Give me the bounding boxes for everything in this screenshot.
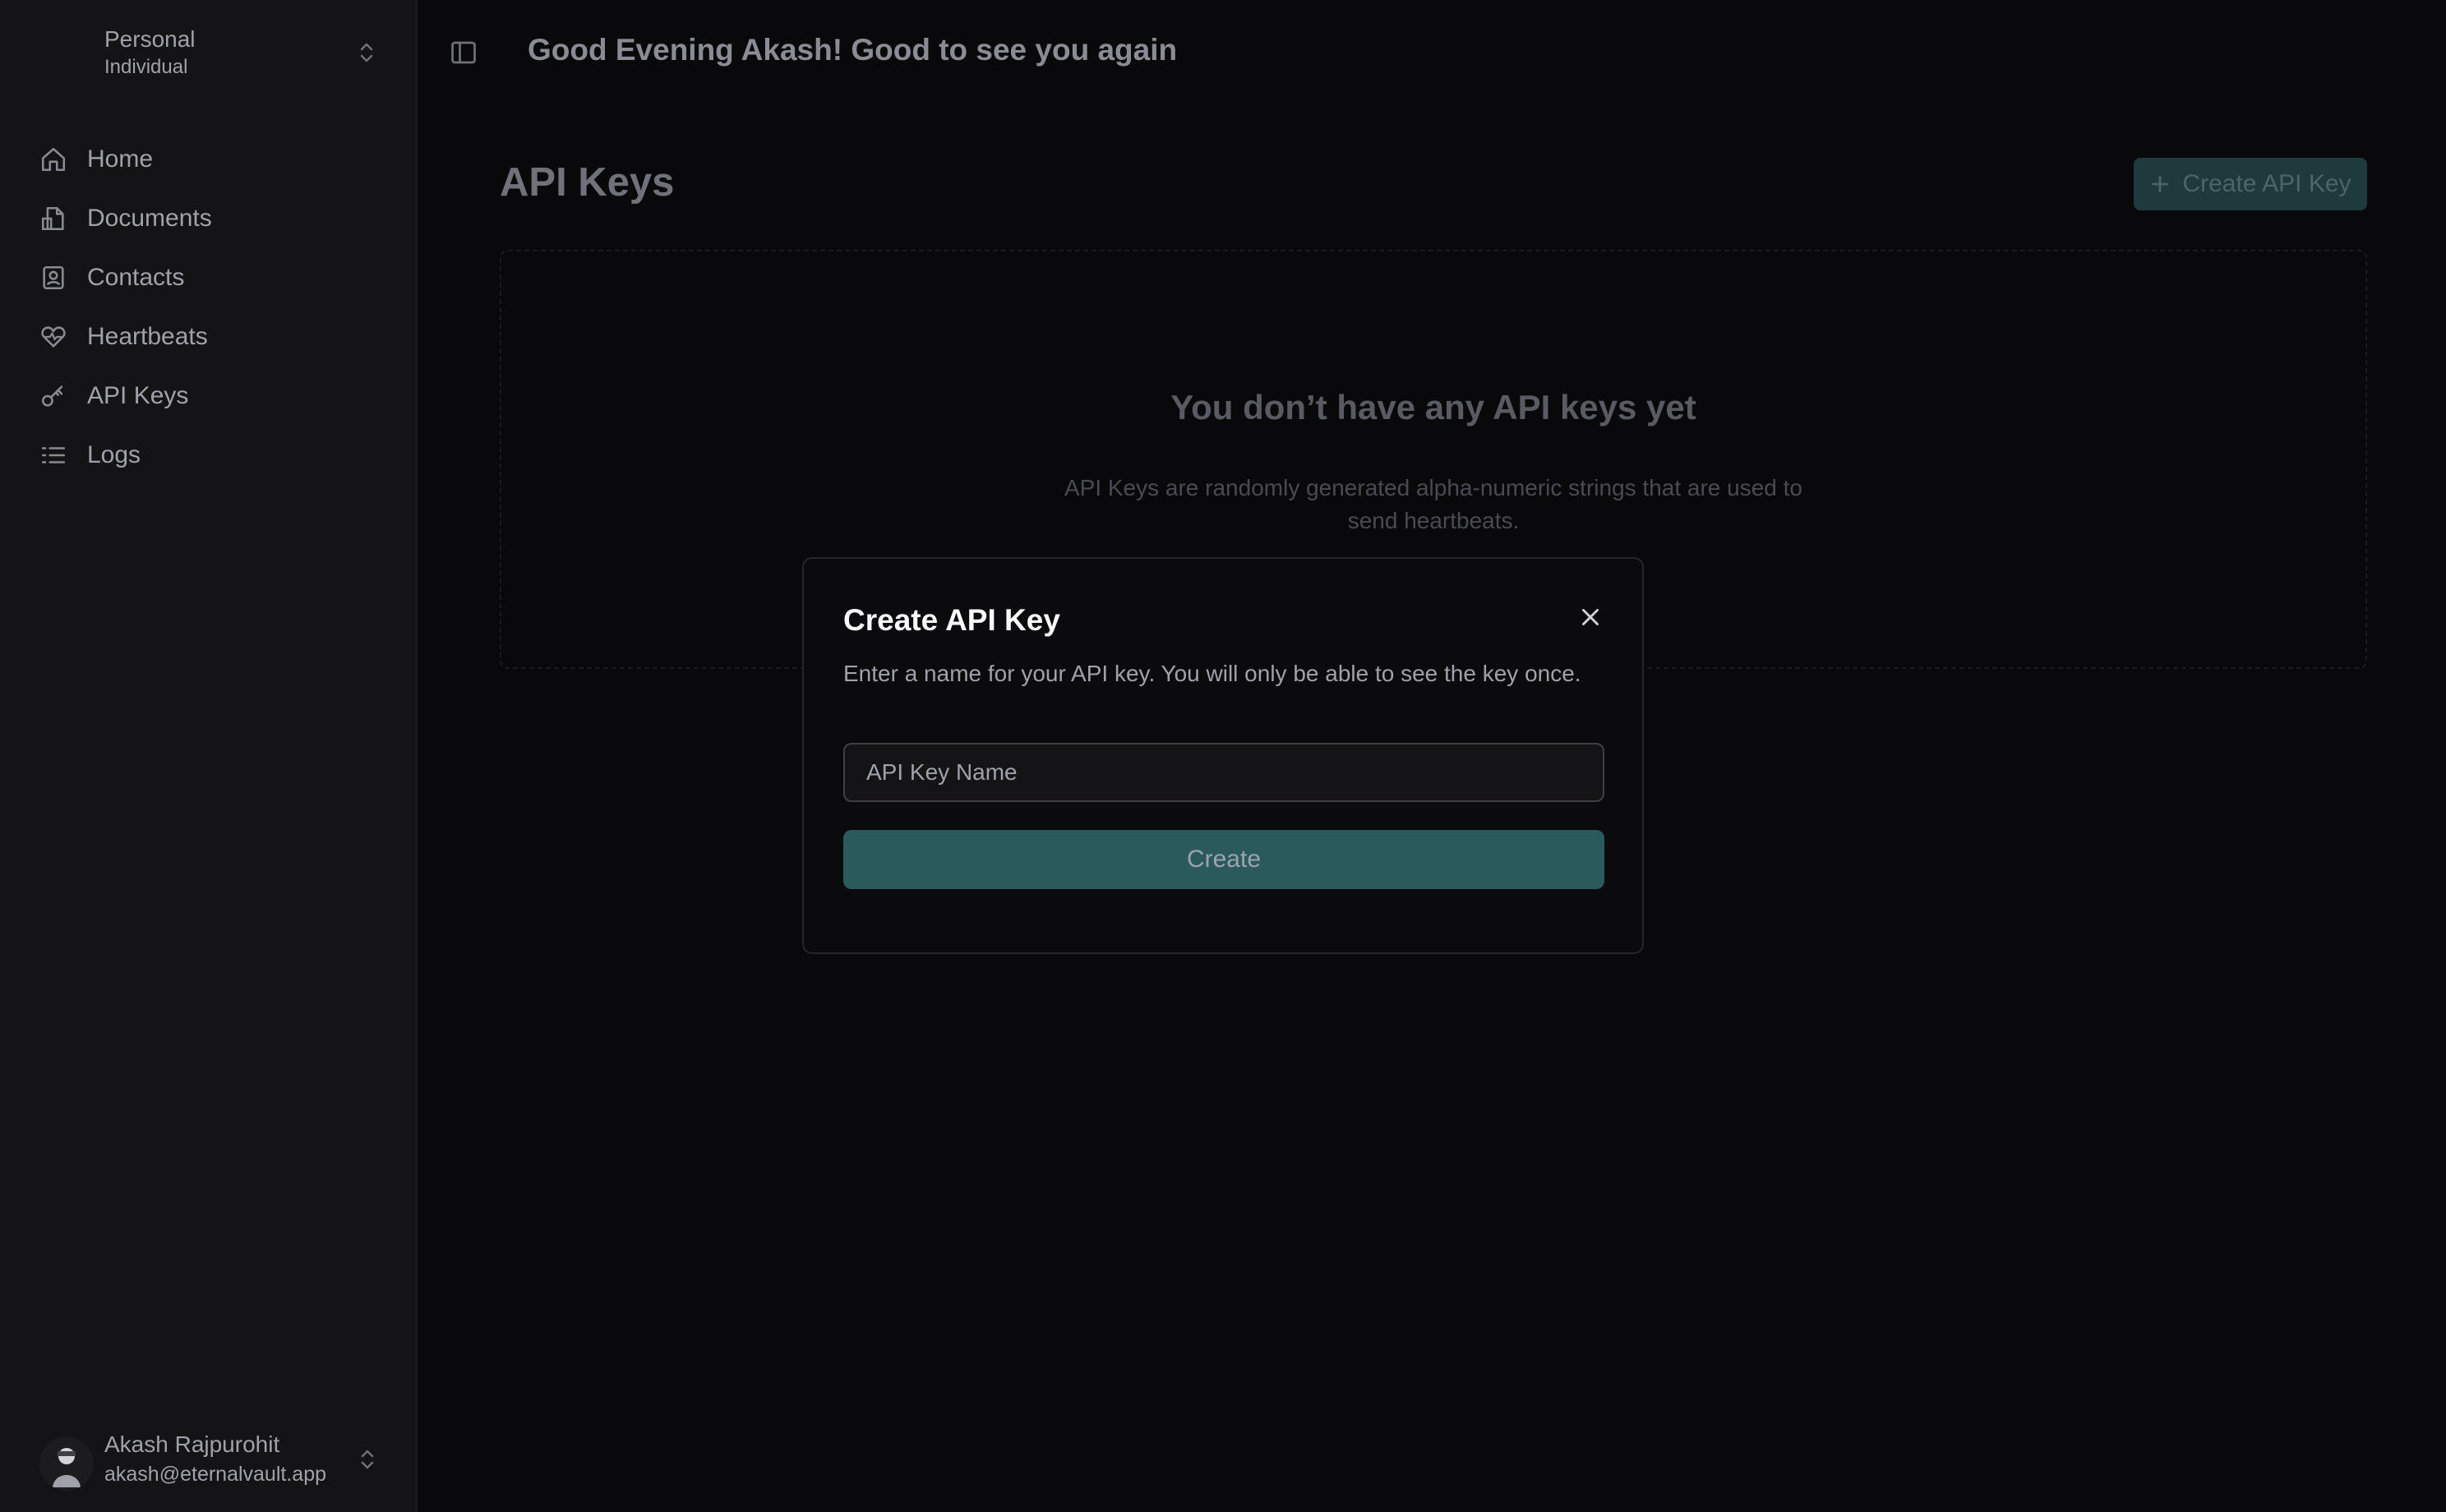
sidebar: Personal Individual Home Documents Conta… xyxy=(0,0,418,1512)
page-title: API Keys xyxy=(500,160,675,205)
create-api-key-dialog: Create API Key Enter a name for your API… xyxy=(802,557,1644,954)
sidebar-item-contacts[interactable]: Contacts xyxy=(33,248,378,307)
key-icon xyxy=(39,382,67,410)
create-button-label: Create xyxy=(1186,846,1262,873)
home-icon xyxy=(39,145,67,173)
sidebar-item-label: Documents xyxy=(87,205,212,232)
sidebar-item-heartbeats[interactable]: Heartbeats xyxy=(33,307,378,366)
workspace-switcher[interactable]: Personal Individual xyxy=(104,25,384,82)
avatar xyxy=(39,1436,94,1491)
user-email: akash@eternalvault.app xyxy=(104,1463,326,1486)
list-icon xyxy=(39,441,67,469)
create-api-key-button[interactable]: Create API Key xyxy=(2134,158,2367,210)
user-menu[interactable]: Akash Rajpurohit akash@eternalvault.app xyxy=(39,1423,385,1497)
sidebar-nav: Home Documents Contacts Heartbeats API K… xyxy=(33,130,378,485)
workspace-name: Personal xyxy=(104,26,196,52)
user-name: Akash Rajpurohit xyxy=(104,1431,280,1457)
sidebar-item-label: API Keys xyxy=(87,382,189,409)
dialog-description: Enter a name for your API key. You will … xyxy=(843,661,1581,686)
sidebar-item-label: Home xyxy=(87,145,154,173)
sidebar-item-home[interactable]: Home xyxy=(33,130,378,189)
empty-state-description: API Keys are randomly generated alpha-nu… xyxy=(1064,475,1803,533)
sidebar-item-logs[interactable]: Logs xyxy=(33,426,378,485)
sidebar-toggle-icon[interactable] xyxy=(449,38,478,67)
workspace-type: Individual xyxy=(104,56,188,78)
contacts-icon xyxy=(39,264,67,292)
api-key-name-input[interactable] xyxy=(843,743,1604,802)
plus-icon xyxy=(2152,175,2169,193)
documents-icon xyxy=(39,205,67,233)
create-api-key-label: Create API Key xyxy=(2182,170,2351,197)
sidebar-item-label: Heartbeats xyxy=(87,323,208,350)
sidebar-item-documents[interactable]: Documents xyxy=(33,189,378,248)
greeting: Good Evening Akash! Good to see you agai… xyxy=(528,33,1178,67)
dialog-title: Create API Key xyxy=(843,603,1060,637)
empty-state-title: You don’t have any API keys yet xyxy=(1170,388,1696,426)
chevrons-up-down-icon xyxy=(360,43,373,62)
heartbeat-icon xyxy=(39,323,67,351)
chevrons-up-down-icon xyxy=(361,1450,374,1469)
create-button[interactable]: Create xyxy=(843,830,1604,889)
sidebar-item-label: Logs xyxy=(87,441,141,468)
sidebar-item-label: Contacts xyxy=(87,264,185,291)
sidebar-item-api-keys[interactable]: API Keys xyxy=(33,366,378,426)
close-icon[interactable] xyxy=(1576,603,1604,631)
